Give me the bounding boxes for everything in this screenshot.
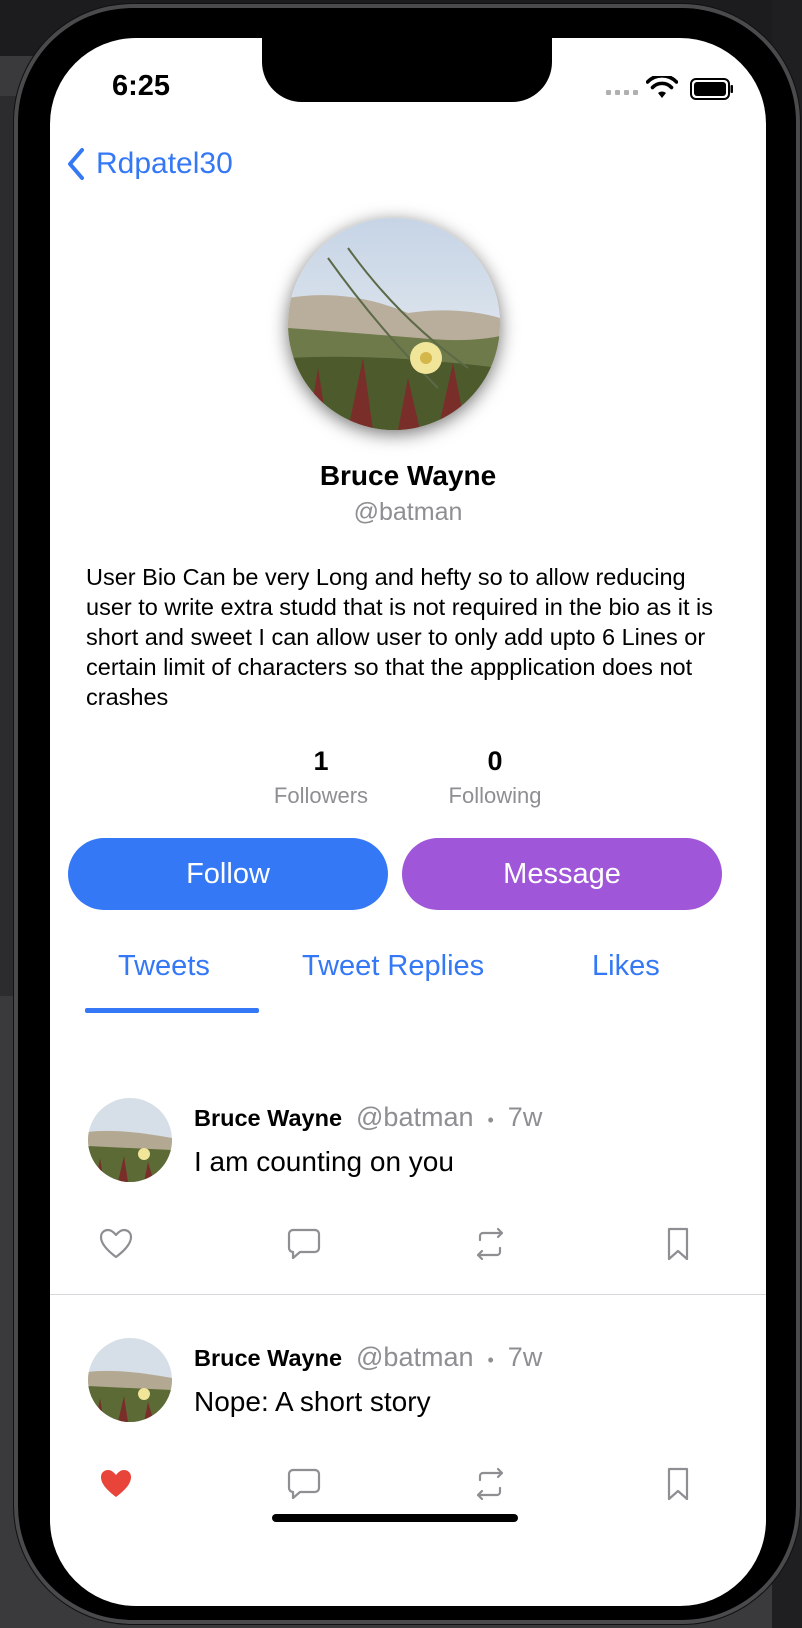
tweet-timestamp: 7w bbox=[507, 1342, 543, 1372]
tweet-author-name: Bruce Wayne bbox=[194, 1105, 343, 1131]
retweet-icon[interactable] bbox=[472, 1466, 508, 1502]
tweet-author-name: Bruce Wayne bbox=[194, 1345, 343, 1371]
back-button-label: Rdpatel30 bbox=[96, 147, 233, 180]
separator-dot: • bbox=[487, 1110, 494, 1130]
tweet-avatar bbox=[88, 1338, 172, 1422]
home-indicator[interactable] bbox=[272, 1514, 518, 1522]
heart-icon[interactable] bbox=[98, 1466, 134, 1502]
phone-frame: 6:25 Rdpatel30 Bruce Wayne @batman User … bbox=[14, 4, 800, 1624]
speech-bubble-icon[interactable] bbox=[286, 1226, 322, 1262]
tweet-header: Bruce Wayne @batman • 7w bbox=[194, 1102, 542, 1133]
tweet-author-handle: @batman bbox=[356, 1342, 474, 1372]
tweet-author-handle: @batman bbox=[356, 1102, 474, 1132]
tab-likes[interactable]: Likes bbox=[592, 950, 660, 983]
battery-icon bbox=[690, 78, 733, 100]
profile-handle: @batman bbox=[353, 498, 463, 526]
tab-selected-indicator bbox=[85, 1008, 259, 1013]
profile-avatar bbox=[288, 218, 500, 430]
tweet-avatar bbox=[88, 1098, 172, 1182]
profile-name: Bruce Wayne bbox=[319, 460, 497, 491]
tweet-item[interactable]: Bruce Wayne @batman • 7w I am counting o… bbox=[50, 1068, 766, 1308]
tweet-timestamp: 7w bbox=[507, 1102, 543, 1132]
tweet-text: Nope: A short story bbox=[194, 1386, 431, 1417]
cellular-signal-icon bbox=[606, 90, 638, 95]
tweet-item[interactable]: Bruce Wayne @batman • 7w Nope: A short s… bbox=[50, 1308, 766, 1548]
following-label: Following bbox=[448, 783, 542, 808]
tab-tweets[interactable]: Tweets bbox=[118, 950, 210, 983]
profile-bio: User Bio Can be very Long and hefty so t… bbox=[86, 564, 713, 710]
following-stat[interactable]: 0 Following bbox=[420, 746, 570, 809]
phone-screen: 6:25 Rdpatel30 Bruce Wayne @batman User … bbox=[50, 38, 766, 1606]
retweet-icon[interactable] bbox=[472, 1226, 508, 1262]
follow-button[interactable]: Follow bbox=[68, 838, 388, 910]
back-button[interactable]: Rdpatel30 bbox=[64, 146, 233, 182]
bookmark-icon[interactable] bbox=[660, 1466, 696, 1502]
speech-bubble-icon[interactable] bbox=[286, 1466, 322, 1502]
followers-count: 1 bbox=[313, 746, 329, 776]
separator-dot: • bbox=[487, 1350, 494, 1370]
notch bbox=[262, 38, 552, 102]
chevron-left-icon bbox=[68, 148, 84, 180]
tweet-header: Bruce Wayne @batman • 7w bbox=[194, 1342, 542, 1373]
tab-tweet-replies[interactable]: Tweet Replies bbox=[302, 950, 484, 983]
tweet-divider bbox=[50, 1294, 766, 1295]
heart-icon[interactable] bbox=[98, 1226, 134, 1262]
message-button[interactable]: Message bbox=[402, 838, 722, 910]
status-time: 6:25 bbox=[112, 70, 171, 102]
followers-label: Followers bbox=[273, 783, 369, 808]
following-count: 0 bbox=[487, 746, 503, 776]
followers-stat[interactable]: 1 Followers bbox=[246, 746, 396, 809]
bookmark-icon[interactable] bbox=[660, 1226, 696, 1262]
tweet-text: I am counting on you bbox=[194, 1146, 454, 1177]
wifi-icon bbox=[646, 76, 678, 98]
